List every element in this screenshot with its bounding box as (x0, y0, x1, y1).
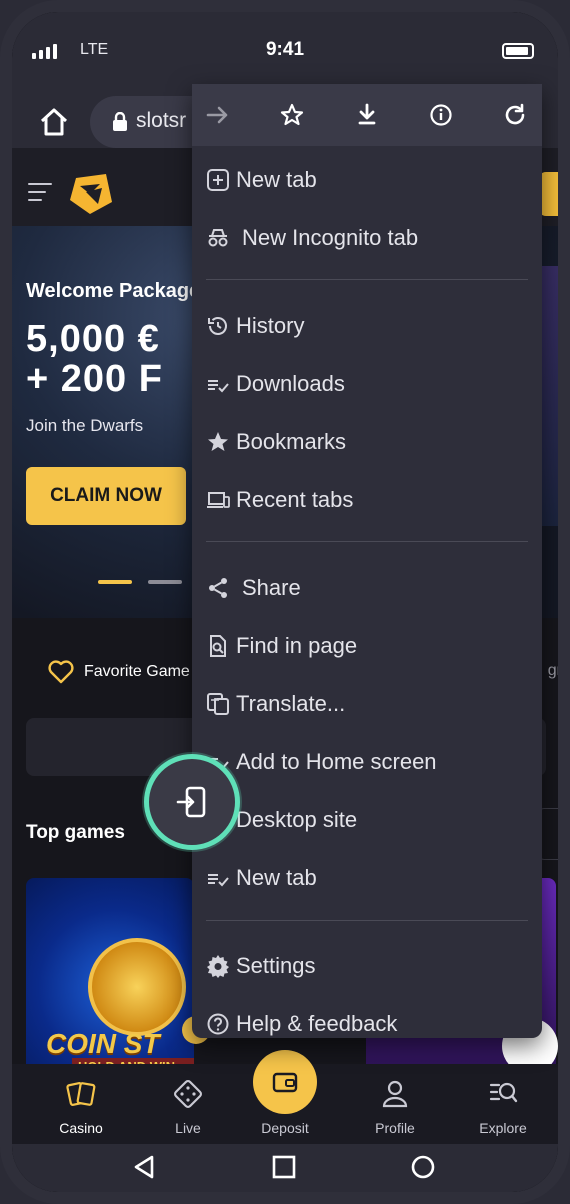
find-in-page-icon (210, 635, 226, 657)
plus-box-icon (207, 169, 229, 191)
menu-divider (206, 920, 528, 921)
devices-icon (207, 492, 230, 508)
menu-item-add-to-home-screen[interactable]: Add to Home screen (192, 733, 542, 791)
screen: LTE 9:41 slotsr Welcome Package 5,000 € … (12, 12, 558, 1192)
menu-item-find-in-page[interactable]: Find in page (192, 617, 542, 675)
menu-item-share[interactable]: Share (192, 559, 542, 617)
menu-divider (206, 541, 528, 542)
nav-explore[interactable]: Explore (448, 1064, 558, 1144)
nav-profile-label: Profile (375, 1120, 415, 1136)
menu-item-bookmarks[interactable]: Bookmarks (192, 413, 542, 471)
profile-icon (382, 1080, 408, 1108)
menu-item-settings[interactable]: Settings (192, 937, 542, 995)
menu-item-label: Translate... (236, 691, 346, 716)
home-square-icon[interactable] (272, 1155, 296, 1179)
menu-item-label: New tab (236, 865, 317, 890)
menu-item-new-incognito-tab[interactable]: New Incognito tab (192, 209, 542, 267)
menu-item-label: Desktop site (236, 807, 358, 832)
home-icon (40, 108, 68, 136)
menu-item-history[interactable]: History (192, 297, 542, 355)
nav-profile[interactable]: Profile (340, 1064, 450, 1144)
hero-subtitle: Join the Dwarfs (26, 416, 144, 435)
gear-icon (207, 955, 229, 978)
nav-live[interactable]: Live (133, 1064, 243, 1144)
menu-item-label: Settings (236, 953, 316, 978)
wallet-icon (272, 1072, 298, 1093)
info-icon[interactable] (427, 101, 455, 129)
system-navigation-bar (12, 1144, 558, 1192)
claim-now-button[interactable]: CLAIM NOW (26, 467, 186, 525)
menu-item-label: Bookmarks (236, 429, 347, 454)
back-icon[interactable] (132, 1154, 156, 1180)
cards-icon (66, 1082, 96, 1106)
favorite-games-label: Favorite Game (84, 663, 190, 680)
bottom-navigation: Casino Live Deposit Profile Explore (12, 1050, 558, 1144)
nav-live-label: Live (175, 1120, 201, 1136)
nav-casino-label: Casino (59, 1120, 103, 1136)
hamburger-menu-button[interactable] (28, 183, 52, 207)
menu-item-new-tab-2[interactable]: New tab (192, 849, 542, 907)
hero-amount: 5,000 € (26, 318, 160, 360)
menu-item-translate[interactable]: Translate... (192, 675, 542, 733)
status-time: 9:41 (265, 39, 305, 60)
menu-item-label: Share (242, 575, 301, 600)
deposit-button[interactable] (253, 1050, 317, 1114)
menu-item-downloads[interactable]: Downloads (192, 355, 542, 413)
menu-item-recent-tabs[interactable]: Recent tabs (192, 471, 542, 529)
translate-icon (207, 693, 229, 715)
star-icon (208, 432, 228, 451)
favorite-games-tab[interactable]: Favorite Game (48, 660, 190, 684)
menu-item-label: New tab (236, 167, 317, 192)
recents-circle-icon[interactable] (410, 1154, 436, 1180)
incognito-icon (208, 229, 228, 247)
downloads-icon (208, 380, 229, 393)
nav-explore-label: Explore (479, 1120, 527, 1136)
section-title: Top games (26, 822, 125, 843)
home-button[interactable] (36, 104, 72, 140)
menu-item-desktop-site[interactable]: Desktop site (192, 791, 542, 849)
carousel-dots[interactable] (98, 580, 182, 584)
menu-divider (206, 279, 528, 280)
menu-item-label: Downloads (236, 371, 345, 396)
nav-casino[interactable]: Casino (26, 1064, 136, 1144)
phone-frame: LTE 9:41 slotsr Welcome Package 5,000 € … (0, 0, 570, 1204)
menu-item-label: Find in page (236, 633, 358, 658)
desktop-site-highlight[interactable] (144, 754, 240, 850)
url-text: slotsr (136, 109, 187, 132)
forward-arrow-icon[interactable] (204, 101, 232, 129)
nav-deposit[interactable]: Deposit (230, 1050, 340, 1144)
menu-item-label: History (236, 313, 305, 338)
game-card[interactable]: COIN ST HOLD AND WIN 3X3 (26, 878, 194, 1078)
menu-toolbar (192, 84, 542, 146)
heart-icon (48, 660, 74, 684)
menu-item-label: New Incognito tab (242, 225, 419, 250)
hero-welcome: Welcome Package (26, 280, 201, 302)
share-icon (209, 578, 227, 598)
category-tab[interactable]: gr (548, 662, 558, 680)
lock-icon (113, 112, 127, 131)
open-in-device-icon (176, 786, 206, 818)
coin-art (88, 938, 186, 1036)
dice-icon (174, 1080, 202, 1108)
list-check-icon (208, 874, 229, 887)
site-logo[interactable] (68, 172, 114, 216)
status-bar: LTE 9:41 (12, 12, 558, 84)
battery-icon (502, 43, 534, 59)
menu-item-label: Add to Home screen (236, 749, 437, 774)
hero-bonus: + 200 F (26, 358, 163, 400)
bookmark-star-icon[interactable] (278, 101, 306, 129)
explore-search-icon (489, 1082, 518, 1103)
refresh-icon[interactable] (501, 101, 529, 129)
download-icon[interactable] (353, 101, 381, 129)
help-icon (207, 1013, 229, 1035)
history-icon (208, 317, 227, 335)
browser-overflow-menu: New tab New Incognito tab History Downlo… (192, 84, 542, 1038)
menu-item-help-feedback[interactable]: Help & feedback (192, 995, 542, 1053)
menu-item-label: Help & feedback (236, 1011, 398, 1036)
menu-item-label: Recent tabs (236, 487, 354, 512)
menu-item-new-tab[interactable]: New tab (192, 151, 542, 209)
nav-deposit-label: Deposit (261, 1120, 309, 1136)
game-title: COIN ST (46, 1028, 160, 1059)
